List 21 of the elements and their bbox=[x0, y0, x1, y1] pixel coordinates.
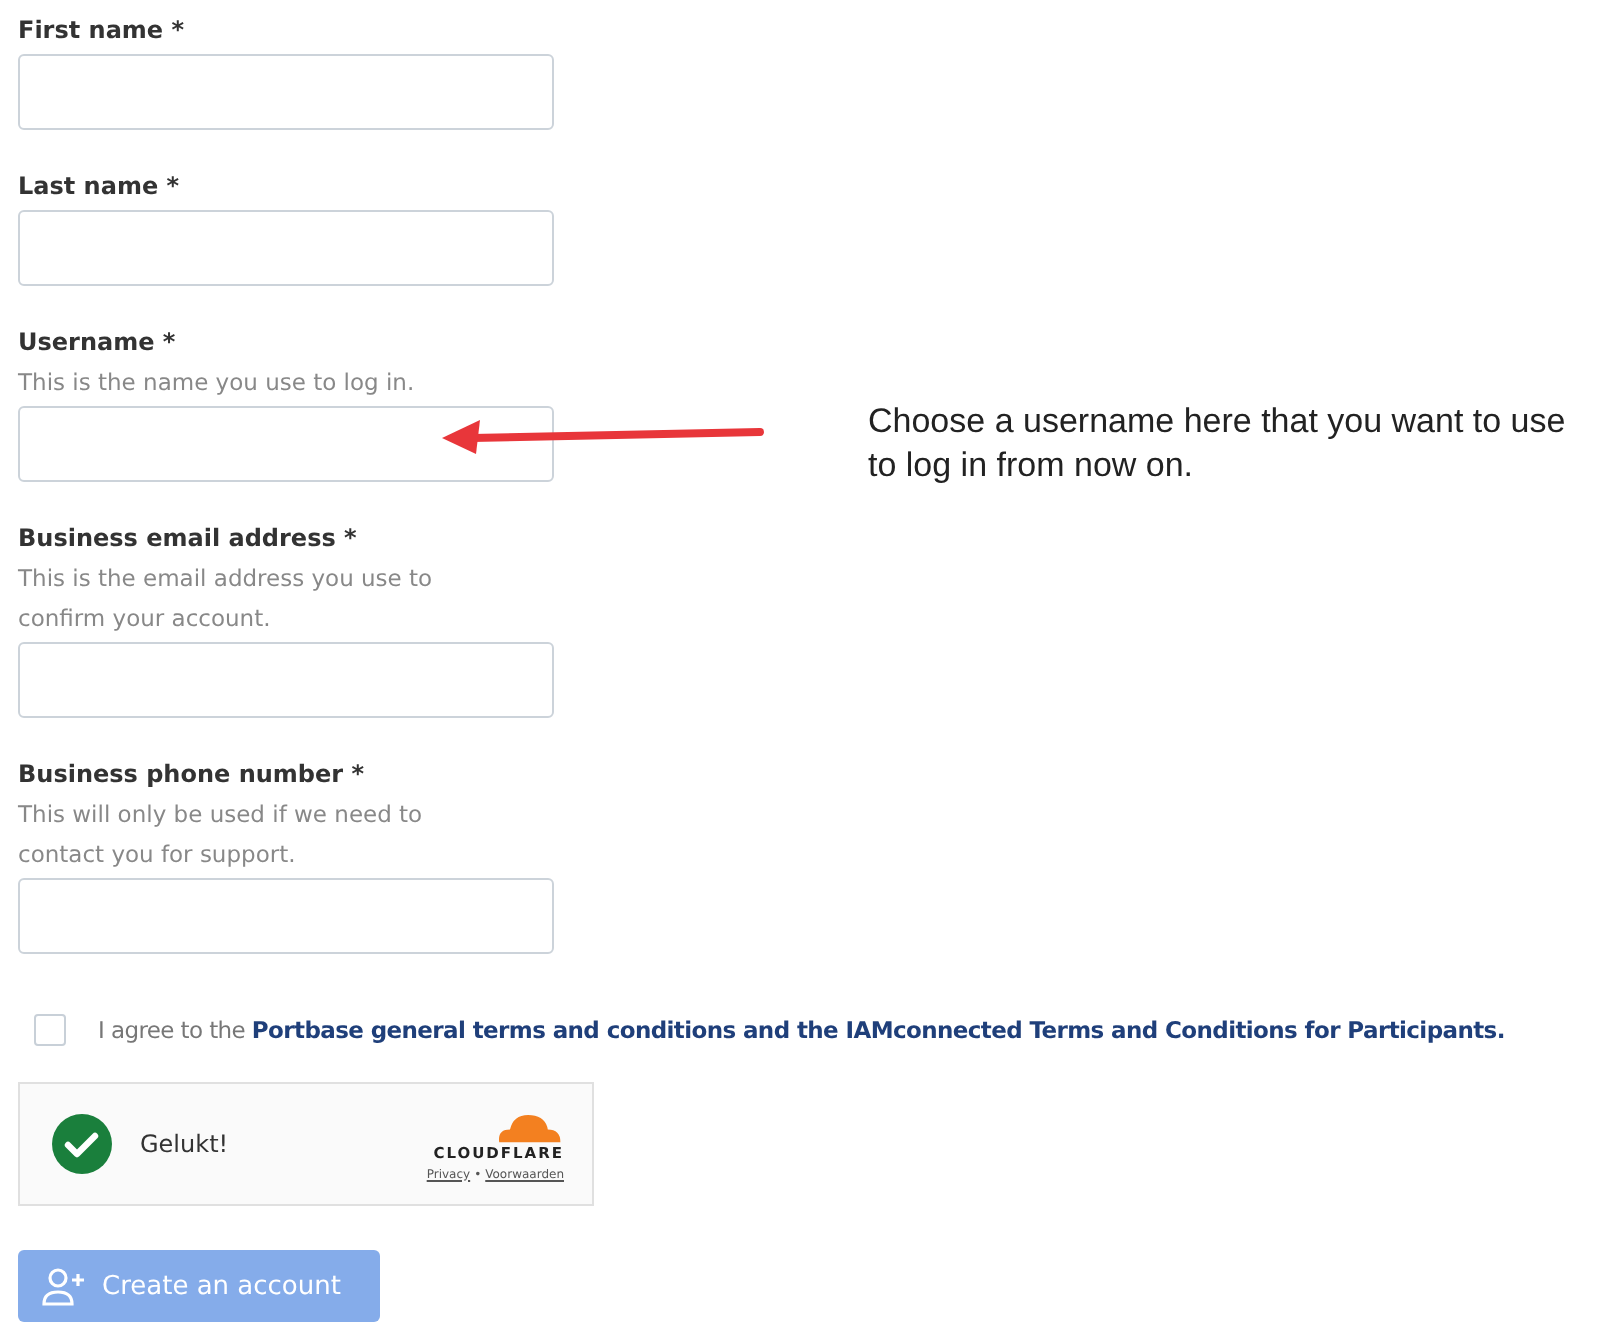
arrow-icon bbox=[440, 416, 764, 456]
input-field[interactable] bbox=[18, 210, 554, 286]
input-field[interactable] bbox=[18, 54, 554, 130]
add-user-icon bbox=[42, 1266, 86, 1306]
field-label: Business email address * bbox=[18, 522, 357, 556]
input-field[interactable] bbox=[18, 878, 554, 954]
captcha-status: Gelukt! bbox=[140, 1130, 231, 1158]
checkbox[interactable] bbox=[34, 1014, 66, 1046]
input-field[interactable] bbox=[18, 642, 554, 718]
field-hint: This is the email address you use to confirm your account. bbox=[18, 562, 435, 636]
field-label: Username * bbox=[18, 326, 176, 360]
success-check-icon bbox=[52, 1114, 112, 1174]
field-label: Last name * bbox=[18, 170, 180, 204]
agreement-text: I agree to the Portbase general terms and conditions and the IAMconnected Terms and Conditions for Participants. bbox=[98, 1016, 1505, 1044]
field-label: First name * bbox=[18, 14, 185, 48]
input-field[interactable] bbox=[18, 406, 554, 482]
field-label: Business phone number * bbox=[18, 758, 365, 792]
field-hint: This will only be used if we need to contact you for support. bbox=[18, 798, 425, 872]
annotation-text: Choose a username here that you want to use to log in from now on. bbox=[868, 400, 1568, 488]
field-hint: This is the name you use to log in. bbox=[18, 366, 417, 400]
terms-link[interactable]: Portbase general terms and conditions and the IAMconnected Terms and Conditions for Participants. bbox=[251, 1016, 1505, 1044]
